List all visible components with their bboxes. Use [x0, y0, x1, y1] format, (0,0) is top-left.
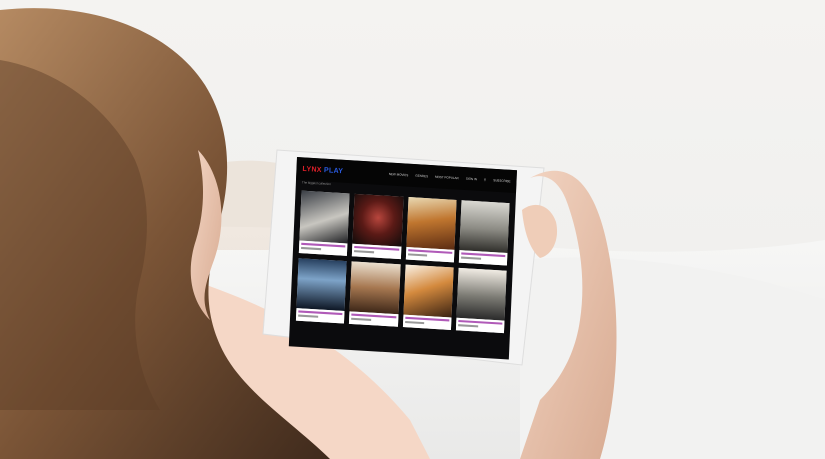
movie-card[interactable]: [405, 197, 457, 263]
movie-card[interactable]: [458, 200, 510, 266]
movie-poster: [402, 264, 454, 318]
movie-card[interactable]: [352, 193, 404, 260]
movie-caption: [295, 308, 345, 324]
movie-card[interactable]: [295, 258, 347, 324]
top-nav: NEW MOVIES GENRES MOST POPULAR SIGN IN ⚲…: [389, 172, 511, 183]
movie-poster: [349, 261, 401, 315]
movie-caption: [458, 250, 508, 266]
movie-caption: [349, 311, 398, 327]
movie-caption: [402, 314, 452, 330]
movie-poster: [405, 197, 457, 250]
photo-scene: LYNX PLAY NEW MOVIES GENRES MOST POPULAR…: [0, 0, 825, 459]
movie-caption: [455, 317, 505, 334]
nav-item-popular[interactable]: MOST POPULAR: [435, 175, 459, 181]
movie-card[interactable]: [298, 190, 350, 256]
app-logo[interactable]: LYNX PLAY: [302, 165, 343, 175]
logo-part-2: PLAY: [323, 166, 344, 175]
movie-caption: [405, 246, 455, 263]
nav-item-signin[interactable]: SIGN IN: [466, 177, 477, 182]
movie-poster: [296, 258, 347, 312]
movie-card[interactable]: [349, 261, 401, 327]
movie-poster: [456, 267, 507, 321]
movie-grid: [290, 186, 516, 338]
movie-poster: [352, 193, 404, 247]
movie-card[interactable]: [402, 264, 454, 330]
movie-poster: [299, 190, 350, 244]
movie-poster: [459, 200, 510, 254]
logo-part-1: LYNX: [302, 165, 322, 174]
tablet-screen: LYNX PLAY NEW MOVIES GENRES MOST POPULAR…: [288, 157, 517, 360]
search-icon[interactable]: ⚲: [484, 178, 486, 182]
nav-item-subscribe[interactable]: SUBSCRIBE: [493, 178, 511, 183]
movie-caption: [298, 240, 348, 256]
movie-card[interactable]: [455, 267, 507, 334]
movie-caption: [352, 243, 401, 260]
nav-item-new[interactable]: NEW MOVIES: [389, 172, 409, 177]
nav-item-genres[interactable]: GENRES: [415, 173, 428, 178]
